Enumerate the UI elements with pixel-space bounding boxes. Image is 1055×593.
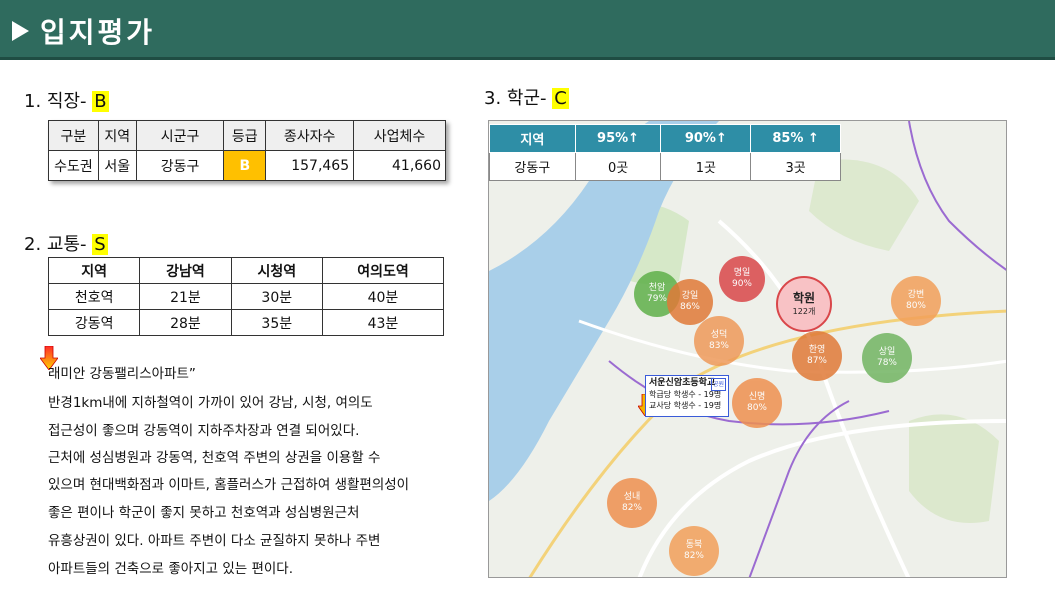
section2-grade: S [92, 234, 108, 255]
table-row: 수도권 서울 강동구 B 157,465 41,660 [48, 150, 446, 181]
col-region: 지역 [97, 120, 137, 151]
section3-label: 3. 학군- [484, 88, 553, 109]
page-header: 입지평가 [0, 0, 1055, 60]
play-arrow-icon [12, 21, 29, 41]
description-line: 아파트들의 건축으로 좋아지고 있는 편이다. [48, 561, 294, 577]
school-bubble[interactable]: 성내 82% [607, 478, 657, 528]
cell: 21분 [139, 283, 232, 310]
callout-line: 교사당 학생수 - 19명 [649, 401, 722, 410]
bubble-name: 한영 [808, 345, 826, 355]
section1-grade: B [92, 91, 109, 112]
bubble-name: 신명 [748, 392, 766, 402]
cell: 30분 [230, 283, 323, 310]
school-bubble[interactable]: 명일 90% [719, 256, 765, 302]
bubble-name: 강변 [907, 290, 925, 300]
col-yeouido: 여의도역 [321, 257, 445, 284]
cell: 3곳 [750, 152, 841, 181]
section3-grade: C [552, 88, 569, 109]
description-line: 좋은 편이나 학군이 좋지 못하고 천호역과 성심병원근처 [48, 505, 360, 521]
bubble-pct: 122개 [792, 307, 816, 316]
table-row: 천호역 21분 30분 40분 [47, 283, 445, 310]
school-callout[interactable]: 공원 서운신암초등학교 학급당 학생수 - 19명 교사당 학생수 - 19명 [645, 375, 729, 417]
section2-title: 2. 교통- S [24, 230, 108, 256]
bubble-pct: 83% [708, 341, 729, 351]
col-cityhall: 시청역 [230, 257, 323, 284]
col-gangnam: 강남역 [139, 257, 232, 284]
table-row: 강동구 0곳 1곳 3곳 [489, 152, 841, 181]
school-district-map[interactable]: 천암 79% 강일 86% 명일 90% 학원 122개 강변 80% 성덕 83% 한영 8… [488, 120, 1007, 578]
col-workers: 종사자수 [265, 120, 355, 151]
bubble-pct: 87% [806, 356, 827, 366]
bubble-name: 상일 [878, 347, 896, 357]
cell-region: 서울 [97, 150, 137, 181]
school-bubble[interactable]: 강변 80% [891, 276, 941, 326]
bubble-name: 성내 [623, 492, 641, 502]
cell: 35분 [230, 309, 323, 336]
description-line: 반경1km내에 지하철역이 가까이 있어 강남, 시청, 여의도 [48, 395, 373, 411]
bubble-name: 명일 [733, 268, 751, 278]
academy-bubble[interactable]: 학원 122개 [776, 276, 832, 332]
cell-workers: 157,465 [265, 150, 355, 181]
col-district: 시군구 [135, 120, 225, 151]
description-line: 유흥상권이 있다. 아파트 주변이 다소 균질하지 못하나 주변 [48, 533, 381, 549]
col-90: 90%↑ [660, 124, 752, 153]
page-title: 입지평가 [40, 16, 156, 49]
bubble-name: 성덕 [710, 330, 728, 340]
bubble-pct: 82% [621, 503, 642, 513]
cell: 0곳 [574, 152, 662, 181]
map-background [489, 121, 1006, 577]
bubble-pct: 90% [731, 279, 752, 289]
table-header-row: 지역 95%↑ 90%↑ 85% ↑ [489, 124, 841, 153]
school-bubble[interactable]: 성덕 83% [694, 316, 744, 366]
cell-area: 수도권 [48, 150, 99, 181]
cell-businesses: 41,660 [353, 150, 446, 181]
school-district-table: 지역 95%↑ 90%↑ 85% ↑ 강동구 0곳 1곳 3곳 [489, 124, 841, 181]
bubble-name: 강일 [681, 291, 699, 301]
description-line: 있으며 현대백화점과 이마트, 홈플러스가 근접하여 생활편의성이 [48, 477, 410, 493]
school-bubble[interactable]: 신명 80% [732, 378, 782, 428]
col-95: 95%↑ [574, 124, 662, 153]
cell: 강동구 [489, 152, 576, 181]
transport-table: 지역 강남역 시청역 여의도역 천호역 21분 30분 40분 강동역 28분 … [47, 257, 445, 336]
col-businesses: 사업체수 [353, 120, 446, 151]
bubble-pct: 86% [679, 302, 700, 312]
table-header-row: 구분 지역 시군구 등급 종사자수 사업체수 [48, 120, 446, 151]
school-bubble[interactable]: 동북 82% [669, 526, 719, 576]
cell-district: 강동구 [135, 150, 225, 181]
section3-title: 3. 학군- C [484, 84, 569, 110]
cell: 28분 [139, 309, 232, 336]
col-region: 지역 [489, 124, 576, 153]
cell: 천호역 [47, 283, 141, 310]
col-85: 85% ↑ [750, 124, 841, 153]
description-line: 접근성이 좋으며 강동역이 지하주차장과 연결 되어있다. [48, 423, 360, 439]
section1-label: 1. 직장- [24, 91, 93, 112]
bubble-pct: 80% [746, 403, 767, 413]
bubble-name: 동북 [685, 540, 703, 550]
cell: 강동역 [47, 309, 141, 336]
workplace-table: 구분 지역 시군구 등급 종사자수 사업체수 수도권 서울 강동구 B 157,… [48, 120, 446, 181]
cell: 1곳 [660, 152, 752, 181]
description-line: 근처에 성심병원과 강동역, 천호역 주변의 상권을 이용할 수 [48, 450, 381, 466]
bubble-pct: 78% [876, 358, 897, 368]
description-line: 래미안 강동팰리스아파트” [48, 366, 196, 382]
bubble-pct: 82% [683, 551, 704, 561]
col-station: 지역 [47, 257, 141, 284]
bubble-name: 학원 [792, 291, 816, 305]
col-area: 구분 [48, 120, 99, 151]
col-grade: 등급 [223, 120, 267, 151]
table-row: 강동역 28분 35분 43분 [47, 309, 445, 336]
school-bubble[interactable]: 한영 87% [792, 331, 842, 381]
school-bubble[interactable]: 상일 78% [862, 333, 912, 383]
section2-label: 2. 교통- [24, 234, 93, 255]
cell: 40분 [321, 283, 445, 310]
cell: 43분 [321, 309, 445, 336]
table-header-row: 지역 강남역 시청역 여의도역 [47, 257, 445, 284]
callout-tag: 공원 [710, 378, 726, 391]
cell-grade: B [223, 150, 267, 181]
section1-title: 1. 직장- B [24, 87, 109, 113]
bubble-pct: 80% [905, 301, 926, 311]
